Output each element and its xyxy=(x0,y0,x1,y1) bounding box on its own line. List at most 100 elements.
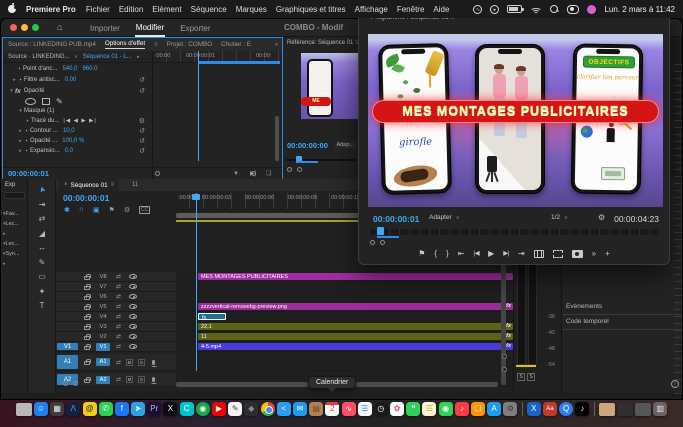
twirl-icon[interactable]: ▾ xyxy=(8,88,15,94)
clip-V8[interactable]: MES MONTAGES PUBLICITAIRES xyxy=(198,273,513,280)
clip-fx-badge[interactable]: fx xyxy=(506,344,511,350)
lock-icon[interactable] xyxy=(84,286,90,290)
menu-item-9[interactable]: Aide xyxy=(433,5,449,14)
minimize-window-button[interactable] xyxy=(21,24,28,31)
mode-tab-exporter[interactable]: Exporter xyxy=(179,21,211,36)
menu-item-3[interactable]: Elément xyxy=(152,5,181,14)
solo-button[interactable]: S xyxy=(138,359,145,366)
dock-item-capcut[interactable]: X xyxy=(163,402,177,416)
toggle-track-output-icon[interactable] xyxy=(129,294,137,299)
panel-menu-icon[interactable]: ≡ xyxy=(154,42,158,48)
fit-dropdown[interactable]: Adapter∨ xyxy=(429,214,459,221)
dock-item-whatsapp[interactable]: ✆ xyxy=(99,402,113,416)
track-lane-V7[interactable] xyxy=(176,282,513,291)
lock-icon[interactable] xyxy=(84,379,90,383)
effect-property-value[interactable]: 540,0 xyxy=(62,66,77,72)
track-lane-V1[interactable]: 4-5.mp4fx xyxy=(176,342,513,351)
dock-item-app-x[interactable]: X xyxy=(527,402,541,416)
dock-item-reminders[interactable]: ☰ xyxy=(358,402,372,416)
dock-item-launchpad[interactable]: ▦ xyxy=(50,402,64,416)
dock-item-system-settings[interactable]: ⚙ xyxy=(503,402,517,416)
dock-item-tiktok[interactable]: ♪ xyxy=(575,402,589,416)
panel-tab-2[interactable]: Options d'effet xyxy=(105,40,145,49)
extract-button[interactable] xyxy=(553,250,563,258)
reset-icon[interactable]: ↺ xyxy=(139,147,145,155)
dock-item-premiere-pro[interactable]: Pr xyxy=(147,402,161,416)
record-mic-icon[interactable] xyxy=(152,360,155,365)
dock-item-canva[interactable]: C xyxy=(180,402,194,416)
track-lane-V6[interactable] xyxy=(176,292,513,301)
export-frame-button[interactable] xyxy=(572,250,583,258)
linked-selection-icon[interactable]: ▣ xyxy=(93,206,100,214)
solo-button[interactable]: S xyxy=(138,376,145,383)
dock-item-facetime[interactable]: ◉ xyxy=(439,402,453,416)
dock-item-app-clock[interactable]: ◷ xyxy=(374,402,388,416)
mute-button[interactable]: M xyxy=(126,359,133,366)
background-panel-2[interactable]: Code temporel xyxy=(566,318,609,325)
dock-item-facebook[interactable]: f xyxy=(115,402,129,416)
zoom-in-handle[interactable] xyxy=(73,381,78,386)
hand-tool[interactable]: ✦ xyxy=(28,287,56,296)
track-lane-V4[interactable]: fx xyxy=(176,312,513,321)
more-button[interactable]: » xyxy=(592,250,596,258)
mark-out-button[interactable]: } xyxy=(446,250,449,258)
track-name-V5[interactable]: V5 xyxy=(96,304,110,310)
effects-panel-tab[interactable]: Exp xyxy=(5,182,15,188)
lock-icon[interactable] xyxy=(84,346,90,350)
toggle-track-output-icon[interactable] xyxy=(129,344,137,349)
control-center-icon[interactable] xyxy=(567,5,579,14)
siri-icon[interactable] xyxy=(587,5,596,14)
dock-item-finder[interactable]: ☺ xyxy=(34,402,48,416)
lock-icon[interactable] xyxy=(84,276,90,280)
timeline-tab-sequence-01[interactable]: × Séquence 01 ≡ xyxy=(59,179,119,191)
track-resize-dot[interactable] xyxy=(502,367,507,372)
step-forward-button[interactable]: ▶| xyxy=(503,251,509,258)
sync-lock-icon[interactable]: ⇄ xyxy=(116,359,121,366)
mode-tab-importer[interactable]: Importer xyxy=(89,21,121,36)
dock-item-trash[interactable]: ▥ xyxy=(653,402,667,416)
stopwatch-icon[interactable]: ◔ xyxy=(18,77,22,84)
selection-tool[interactable]: ➤ xyxy=(28,185,56,194)
snap-icon[interactable]: ∩ xyxy=(79,206,84,214)
add-marker-icon[interactable]: ⚑ xyxy=(109,206,115,214)
track-target-A1[interactable]: A1 xyxy=(57,355,78,369)
menu-item-5[interactable]: Marques xyxy=(236,5,267,14)
dock-item-app-brown[interactable]: ▤ xyxy=(309,402,323,416)
clip-V1[interactable]: 4-5.mp4fx xyxy=(198,343,513,350)
effect-property-value[interactable]: 100,0 % xyxy=(62,138,84,144)
toggle-track-output-icon[interactable] xyxy=(129,314,137,319)
pen-tool[interactable]: ✎ xyxy=(28,258,56,267)
track-lane-A1[interactable] xyxy=(176,354,513,370)
dock-item-app-fonts[interactable]: Aa xyxy=(543,402,557,416)
toggle-track-output-icon[interactable] xyxy=(129,274,137,279)
track-target-V1[interactable]: V1 xyxy=(57,343,78,350)
reset-icon[interactable]: ↺ xyxy=(139,137,145,145)
dock-item-photo-document-thumb[interactable] xyxy=(599,403,615,416)
clip-fx-badge[interactable]: fx xyxy=(506,334,511,340)
dock-item-telegram[interactable]: ➤ xyxy=(131,402,145,416)
search-icon[interactable] xyxy=(550,5,559,14)
effect-row-7[interactable]: ▸◔Contour ...10,0↺ xyxy=(3,126,151,136)
sync-lock-icon[interactable]: ⇄ xyxy=(116,283,121,290)
track-lane-V5[interactable]: zzzzvertical-removebg-preview.pngfx xyxy=(176,302,513,311)
panel-tab-3[interactable]: Projet : COMBO xyxy=(167,41,213,48)
reference-timecode[interactable]: 00:00:00:00 xyxy=(287,141,328,150)
dock-item-app-store[interactable]: A xyxy=(487,402,501,416)
play-only-icon[interactable]: ▶| xyxy=(250,170,256,177)
dock-item-calendar[interactable]: 2 xyxy=(325,402,339,416)
reference-fit-dropdown[interactable]: Adap... xyxy=(335,142,356,148)
effects-tree-item-2[interactable]: ▾Lec... xyxy=(3,221,19,227)
effect-timecode[interactable]: 00:00:00:01 xyxy=(8,169,49,178)
dock-item-app-green-dot[interactable]: ◉ xyxy=(196,402,210,416)
reset-icon[interactable]: ↺ xyxy=(139,127,145,135)
panel-tab-4[interactable]: Chutier : E xyxy=(221,41,251,48)
dock-item-app-search[interactable]: Q xyxy=(559,402,573,416)
dock-item-app-wave[interactable]: ∿ xyxy=(342,402,356,416)
sync-lock-icon[interactable]: ⇄ xyxy=(116,293,121,300)
creative-cloud-icon[interactable]: ∿ xyxy=(473,5,482,14)
sync-lock-icon[interactable]: ⇄ xyxy=(116,323,121,330)
dock-item-app-swirl[interactable]: @ xyxy=(83,402,97,416)
close-window-button[interactable] xyxy=(10,24,17,31)
razor-tool[interactable]: ◢ xyxy=(28,229,56,238)
zoom-out-handle[interactable] xyxy=(370,240,375,245)
